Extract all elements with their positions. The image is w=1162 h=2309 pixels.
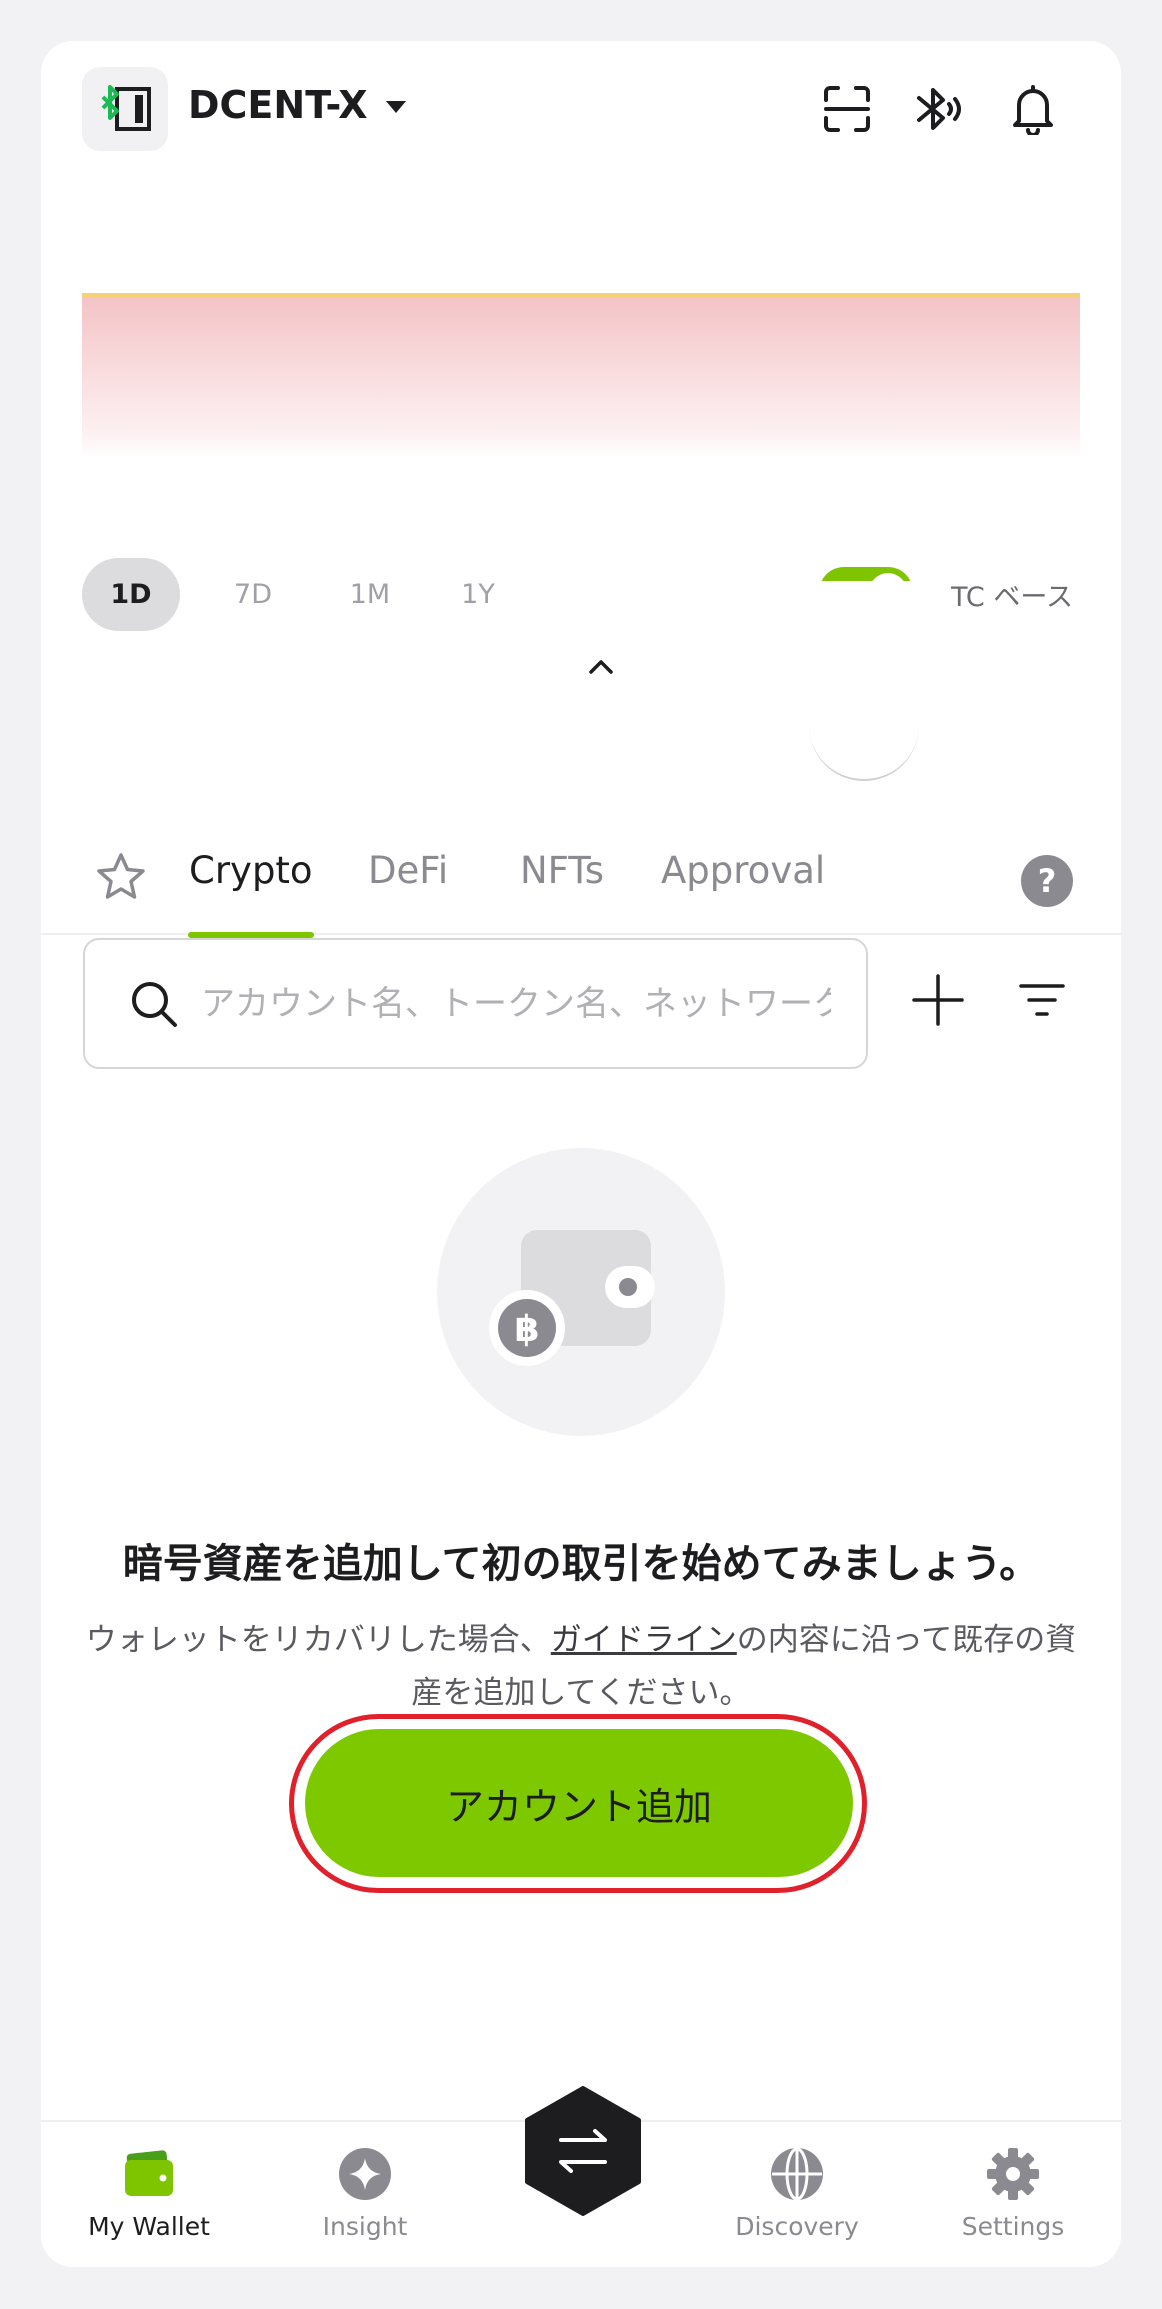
chevron-up-icon[interactable]: [581, 646, 621, 686]
scan-button[interactable]: [817, 79, 877, 139]
filter-button[interactable]: [1007, 965, 1077, 1035]
bell-icon: [1013, 85, 1053, 135]
search-box: [83, 938, 868, 1069]
period-7d[interactable]: 7D: [213, 558, 293, 631]
nav-label: Settings: [961, 2212, 1065, 2241]
guideline-link[interactable]: ガイドライン: [551, 1622, 737, 1658]
help-button[interactable]: ?: [1021, 855, 1073, 907]
bluetooth-button[interactable]: [909, 79, 969, 139]
asset-tabs: Crypto DeFi NFTs Approval ?: [41, 831, 1121, 938]
empty-state-title: 暗号資産を追加して初の取引を始めてみましょう。: [122, 1541, 1040, 1587]
tab-crypto[interactable]: Crypto: [189, 849, 313, 892]
period-1d[interactable]: 1D: [82, 558, 180, 631]
period-1m[interactable]: 1M: [327, 558, 413, 631]
sparkle-icon: [339, 2148, 391, 2200]
notifications-button[interactable]: [1003, 79, 1063, 139]
bluetooth-icon: [917, 88, 961, 130]
nav-label: Insight: [322, 2212, 408, 2241]
filter-icon: [1019, 984, 1065, 1016]
desc-text-1: ウォレットをリカバリした場合、: [85, 1622, 551, 1658]
star-icon[interactable]: [95, 851, 147, 903]
nav-insight[interactable]: Insight: [285, 2146, 445, 2241]
period-1y[interactable]: 1Y: [441, 558, 515, 631]
nav-settings[interactable]: Settings: [933, 2146, 1093, 2241]
empty-illustration: ฿: [437, 1148, 725, 1436]
wallet-icon: [125, 2150, 173, 2196]
wallet-name: DCENT-X: [188, 83, 368, 127]
btc-base-label: TC ベース: [951, 582, 1073, 613]
btc-base-toggle[interactable]: [819, 567, 913, 581]
nav-label: Discovery: [735, 2212, 859, 2241]
main-card: DCENT-X 1D 7D 1M 1Y TC ベース Crypto DeFi N…: [41, 41, 1121, 2267]
chevron-down-icon: [385, 101, 406, 113]
device-logo[interactable]: [82, 67, 168, 151]
tab-approval[interactable]: Approval: [661, 849, 825, 892]
search-icon: [132, 981, 177, 1027]
plus-icon: [912, 974, 964, 1026]
add-account-button[interactable]: アカウント追加: [305, 1729, 853, 1877]
swap-button[interactable]: [521, 2086, 645, 2216]
svg-text:฿: ฿: [514, 1309, 539, 1350]
globe-icon: [771, 2147, 823, 2201]
tab-defi[interactable]: DeFi: [368, 849, 448, 892]
decorative-arc: [809, 701, 919, 781]
empty-state-description: ウォレットをリカバリした場合、ガイドラインの内容に沿って既存の資産を追加してくだ…: [81, 1614, 1081, 1720]
tab-nfts[interactable]: NFTs: [520, 849, 604, 892]
gear-icon: [987, 2148, 1039, 2200]
add-button[interactable]: [903, 965, 973, 1035]
price-chart-area: [82, 298, 1080, 458]
nav-discovery[interactable]: Discovery: [717, 2146, 877, 2241]
wallet-selector[interactable]: DCENT-X: [188, 83, 406, 127]
nav-label: My Wallet: [88, 2212, 210, 2241]
wallet-bitcoin-icon: ฿: [489, 1230, 655, 1366]
scan-icon: [824, 86, 870, 132]
device-icon: [101, 85, 151, 131]
search-input[interactable]: [201, 983, 831, 1024]
nav-my-wallet[interactable]: My Wallet: [69, 2146, 229, 2241]
